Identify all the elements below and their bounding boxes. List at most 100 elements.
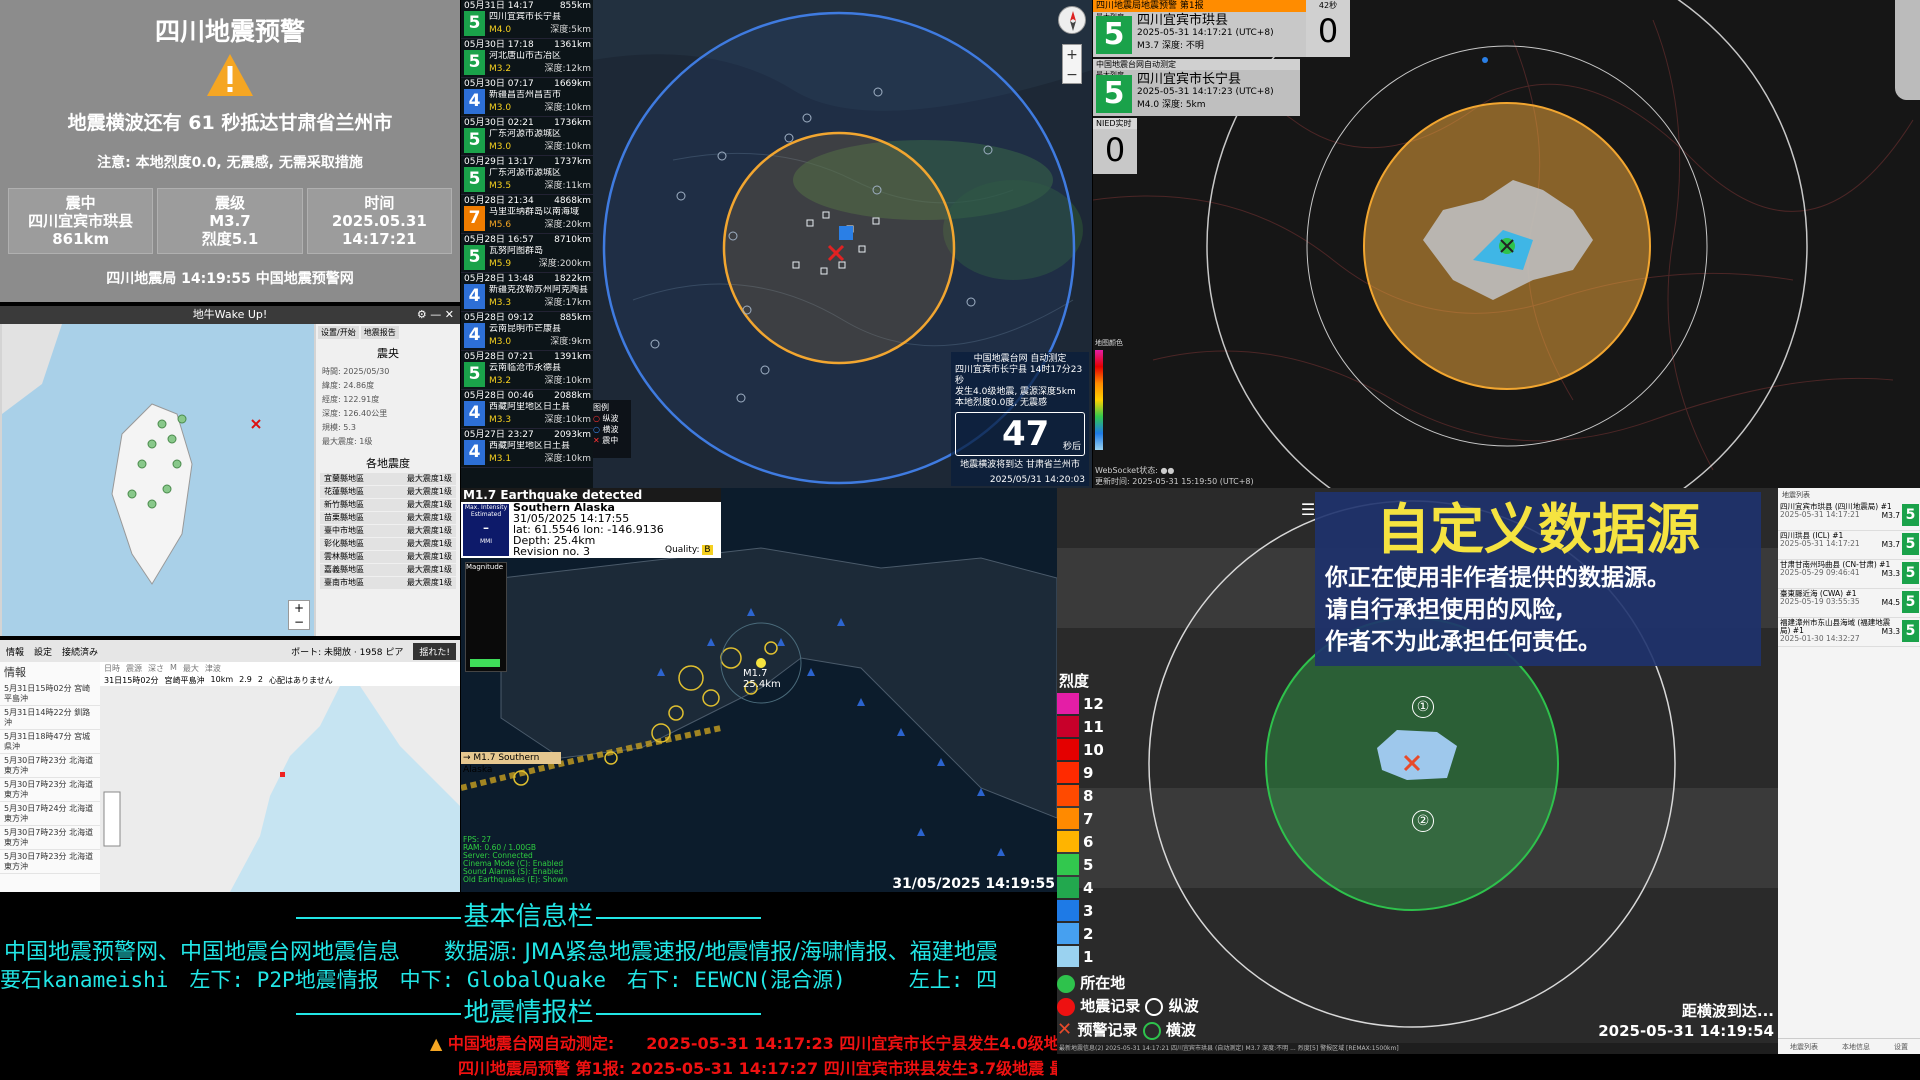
quake-place: 广东河源市源城区 xyxy=(489,129,562,139)
region-row[interactable]: 彰化縣地區 最大震度1级 xyxy=(320,538,456,550)
china-side-scrollbar[interactable] xyxy=(1895,0,1920,100)
scale-step: 1 xyxy=(1057,945,1117,968)
p2p-history-item[interactable]: 5月30日7時23分 北海道東方沖 xyxy=(0,754,100,778)
zoom-in-icon[interactable]: + xyxy=(1063,45,1081,65)
cenc-auto-card[interactable]: 中国地震台网自动测定 最大烈度 5 四川宜宾市长宁县 2025-05-31 14… xyxy=(1093,59,1300,116)
quake-list-item[interactable]: 05月31日 14:17 855km 5 四川宜宾市长宁县 M4.0 深度:5km xyxy=(461,0,593,39)
p2p-tab-settings[interactable]: 設定 xyxy=(34,645,52,658)
warning-info-boxes: 震中 四川宜宾市珙县 861km 震级 M3.7 烈度5.1 时间 2025.0… xyxy=(8,188,452,254)
scale-swatch xyxy=(1057,854,1079,875)
footer-tab-settings[interactable]: 设置 xyxy=(1894,1039,1908,1054)
region-row[interactable]: 宜蘭縣地區 最大震度1级 xyxy=(320,473,456,485)
p2p-history-item[interactable]: 5月30日7時23分 北海道東方沖 xyxy=(0,826,100,850)
scale-swatch xyxy=(1057,877,1079,898)
quake-place: 马里亚纳群岛以南海域 xyxy=(489,207,580,217)
quake-list-item[interactable]: 05月30日 02:21 1736km 5 广东河源市源城区 M3.0 深度:10km xyxy=(461,117,593,156)
p2p-history-item[interactable]: 5月31日14時22分 釧路沖 xyxy=(0,706,100,730)
s-wave-circle-icon xyxy=(1142,1021,1161,1040)
scale-step: 10 xyxy=(1057,738,1117,761)
quake-depth: 深度:20km xyxy=(544,220,591,230)
custom-list-item[interactable]: 福建漳州市东山县海域 (福建地震局) #1 2025-01-30 14:32:27… xyxy=(1778,618,1920,647)
region-row[interactable]: 臺中市地區 最大震度1级 xyxy=(320,525,456,537)
shake-button[interactable]: 揺れた! xyxy=(413,642,456,660)
p2p-tab-info[interactable]: 情報 xyxy=(6,645,24,658)
quake-place: 瓦努阿图群岛 xyxy=(489,246,544,256)
gq-magnitude-fill xyxy=(470,659,500,667)
custom-quake-list[interactable]: 地震列表 四川宜宾市珙县 (四川地震局) #1 2025-05-31 14:17:… xyxy=(1778,488,1920,1054)
tab-settings[interactable]: 设置/开始 xyxy=(318,326,359,339)
info-ticker-area: 基本信息栏 中国地震预警网、中国地震台网地震信息 数据源: JMA紧急地震速报/… xyxy=(0,892,1057,1080)
quake-list-panel[interactable]: 05月31日 14:17 855km 5 四川宜宾市长宁县 M4.0 深度:5km 05月3… xyxy=(461,0,593,488)
china-color-legend: 地图颜色 xyxy=(1095,338,1135,458)
quake-list-item[interactable]: 05月28日 16:57 8710km 5 瓦努阿图群岛 M5.9 深度:200km xyxy=(461,234,593,273)
custom-clock: 2025-05-31 14:19:54 xyxy=(1598,1022,1774,1040)
tab-report[interactable]: 地震报告 xyxy=(360,326,399,339)
region-row[interactable]: 雲林縣地區 最大震度1级 xyxy=(320,551,456,563)
region-row[interactable]: 臺南市地區 最大震度1级 xyxy=(320,577,456,589)
intensity-badge: 5 xyxy=(1902,504,1919,526)
radar-map-panel[interactable]: + − 图例 ○ 纵波 ○ 横波 ✕ 震中 中国地震台网 自动测定 四川宜宾市长… xyxy=(593,0,1092,488)
globalquake-panel[interactable]: M1.7 Earthquake detected Max. Intensity … xyxy=(461,488,1057,892)
scale-title: 烈度 xyxy=(1059,672,1090,690)
intensity-badge: 7 xyxy=(464,206,485,231)
quake-list-item[interactable]: 05月28日 07:21 1391km 5 云南临沧市永德县 M3.2 深度:10km xyxy=(461,351,593,390)
sichuan-eew-card[interactable]: 四川地震局地震预警 第1报 最大烈度 5 四川宜宾市珙县 2025-05-31 … xyxy=(1093,0,1306,57)
region-row[interactable]: 苗栗縣地區 最大震度1级 xyxy=(320,512,456,524)
china-map-panel[interactable]: 四川地震局地震预警 第1报 最大烈度 5 四川宜宾市珙县 2025-05-31 … xyxy=(1093,0,1920,488)
window-controls-icon[interactable]: ⚙ — ✕ xyxy=(417,306,454,324)
ticker-warning-icon: ▲ xyxy=(430,1034,443,1053)
custom-list-item[interactable]: 甘肃甘南州玛曲县 (CN-甘肃) #1 2025-05-29 09:46:41 M3… xyxy=(1778,560,1920,589)
menu-icon[interactable]: ☰ xyxy=(1297,500,1319,520)
p2p-history-item[interactable]: 5月31日15時02分 宮崎平島沖 xyxy=(0,682,100,706)
intensity-badge: 4 xyxy=(464,284,485,309)
taiwan-zoom[interactable]: + − xyxy=(288,600,310,630)
wakeup-titlebar[interactable]: 地牛Wake Up! ⚙ — ✕ xyxy=(0,306,460,324)
quake-place: 四川宜宾市长宁县 xyxy=(489,12,562,22)
marker-2[interactable]: ② xyxy=(1412,810,1434,832)
scale-swatch xyxy=(1057,946,1079,967)
gq-detection-banner: M1.7 Earthquake detected xyxy=(461,488,721,502)
p2p-history-item[interactable]: 5月31日18時47分 宮城県沖 xyxy=(0,730,100,754)
p2p-history-item[interactable]: 5月30日7時24分 北海道東方沖 xyxy=(0,802,100,826)
quake-place: 河北唐山市古冶区 xyxy=(489,51,562,61)
gq-event-list-item[interactable]: → M1.7 Southern Alaska xyxy=(461,752,561,775)
p2p-history-list[interactable]: 情報 5月31日15時02分 宮崎平島沖 5月31日14時22分 釧路沖 5月31日… xyxy=(0,662,100,892)
intensity-badge: 5 xyxy=(1902,620,1919,642)
quake-list-item[interactable]: 05月28日 21:34 4868km 7 马里亚纳群岛以南海域 M5.6 深度:20km xyxy=(461,195,593,234)
p2p-quake-window[interactable]: 情報 設定 接続済み ポート: 未開放 · 1958 ピア 揺れた! 情報 5月… xyxy=(0,640,460,892)
custom-source-map-panel[interactable]: ① ② 自定义数据源 你正在使用非作者提供的数据源。 请自行承担使用的风险, 作… xyxy=(1057,488,1778,1054)
custom-list-item[interactable]: 臺東縣近海 (CWA) #1 2025-05-19 03:55:35 M4.5 5 xyxy=(1778,589,1920,618)
quake-list-item[interactable]: 05月28日 13:48 1822km 4 新疆克孜勒苏州阿克陶县 M3.3 深度:17k… xyxy=(461,273,593,312)
s-wave-legend-icon: ○ xyxy=(593,425,600,434)
taiwan-wakeup-window[interactable]: 地牛Wake Up! ⚙ — ✕ + − 设置/开始 地震报告 震央 時間: 20… xyxy=(0,306,460,636)
intensity-badge: 5 xyxy=(464,167,485,192)
quake-magnitude: M3.2 xyxy=(489,376,512,386)
basic-info-separator: 基本信息栏 xyxy=(0,896,1057,933)
intensity-scale: 12 11 10 9 8 7 6 5 4 3 2 1 xyxy=(1057,692,1117,968)
marker-1[interactable]: ① xyxy=(1412,696,1434,718)
quake-list-item[interactable]: 05月29日 13:17 1737km 5 广东河源市源城区 M3.5 深度:11km xyxy=(461,156,593,195)
quake-list-item[interactable]: 05月30日 07:17 1669km 4 新疆昌吉州昌吉市 M3.0 深度:10km xyxy=(461,78,593,117)
quake-depth: 深度:10km xyxy=(544,376,591,386)
quake-magnitude: M3.3 xyxy=(489,415,512,425)
compass-icon[interactable] xyxy=(1058,6,1086,34)
zoom-out-icon[interactable]: − xyxy=(1063,65,1081,85)
footer-tab-local[interactable]: 本地信息 xyxy=(1842,1039,1870,1054)
quake-list-item[interactable]: 05月27日 23:27 2093km 4 西藏阿里地区日土县 M3.1 深度:10km xyxy=(461,429,593,468)
custom-list-item[interactable]: 四川珙县 (ICL) #1 2025-05-31 14:17:21 M3.7 5 xyxy=(1778,531,1920,560)
region-row[interactable]: 嘉義縣地區 最大震度1级 xyxy=(320,564,456,576)
taiwan-map[interactable]: + − xyxy=(2,324,314,636)
zoom-controls[interactable]: + − xyxy=(1062,44,1082,84)
japan-map[interactable] xyxy=(100,686,460,892)
region-row[interactable]: 新竹縣地區 最大震度1级 xyxy=(320,499,456,511)
p2p-history-item[interactable]: 5月30日7時23分 北海道東方沖 xyxy=(0,850,100,874)
footer-tab-list[interactable]: 地震列表 xyxy=(1790,1039,1818,1054)
quake-list-item[interactable]: 05月30日 17:18 1361km 5 河北唐山市古冶区 M3.2 深度:12km xyxy=(461,39,593,78)
scale-swatch xyxy=(1057,716,1079,737)
p2p-history-item[interactable]: 5月30日7時23分 北海道東方沖 xyxy=(0,778,100,802)
p2p-toolbar: 情報 設定 接続済み ポート: 未開放 · 1958 ピア 揺れた! xyxy=(0,640,460,662)
region-row[interactable]: 花蓮縣地區 最大震度1级 xyxy=(320,486,456,498)
custom-list-item[interactable]: 四川宜宾市珙县 (四川地震局) #1 2025-05-31 14:17:21 M3.… xyxy=(1778,502,1920,531)
quake-list-item[interactable]: 05月28日 09:12 885km 4 云南昆明市芒康县 M3.0 深度:9km xyxy=(461,312,593,351)
quake-list-item[interactable]: 05月28日 00:46 2088km 4 西藏阿里地区日土县 M3.3 深度:10km xyxy=(461,390,593,429)
